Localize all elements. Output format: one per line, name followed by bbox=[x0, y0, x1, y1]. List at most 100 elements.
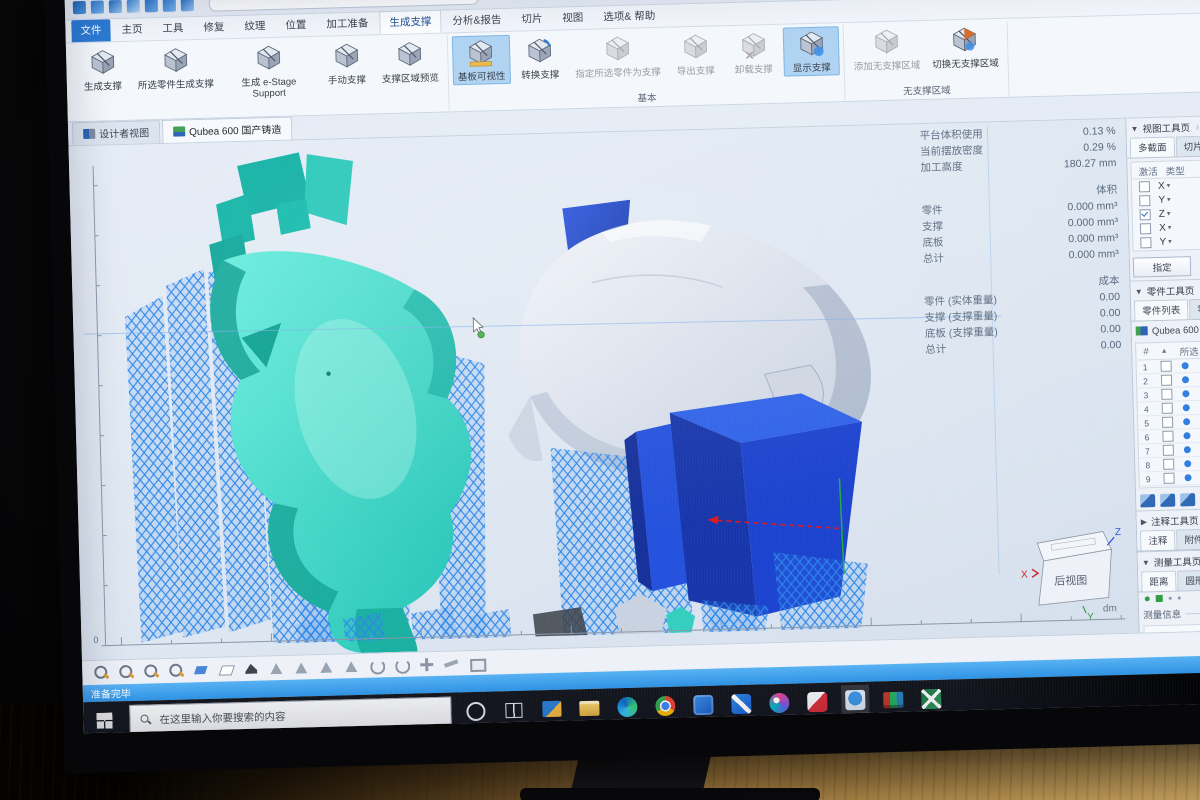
cortana-icon[interactable] bbox=[461, 696, 490, 727]
ribbon-button[interactable]: 手动支撑 bbox=[318, 38, 375, 88]
part-visible-icon[interactable] bbox=[1185, 474, 1192, 481]
part-tool-icon[interactable] bbox=[1140, 494, 1155, 507]
ribbon-button[interactable]: 生成支撑 bbox=[74, 45, 131, 95]
part-visible-icon[interactable] bbox=[1182, 362, 1189, 369]
excel-icon[interactable] bbox=[917, 684, 946, 715]
measure-icon[interactable] bbox=[442, 654, 460, 672]
menu-tab-4[interactable]: 纹理 bbox=[235, 15, 275, 38]
sidebar-tab[interactable]: 零件信息 bbox=[1189, 298, 1200, 319]
dot-icon[interactable] bbox=[1178, 596, 1181, 599]
fit-view-icon[interactable] bbox=[192, 661, 210, 679]
menu-tab-1[interactable]: 主页 bbox=[112, 18, 152, 41]
sidebar-tab[interactable]: 附件 bbox=[1176, 529, 1200, 550]
part-selected-checkbox[interactable] bbox=[1161, 375, 1172, 386]
plane-view-icon[interactable] bbox=[217, 660, 235, 678]
section-active-checkbox[interactable] bbox=[1139, 195, 1150, 206]
undo-icon[interactable] bbox=[127, 0, 140, 12]
part-visible-icon[interactable] bbox=[1183, 418, 1190, 425]
chevron-down-icon[interactable]: ▾ bbox=[1167, 182, 1171, 190]
viewport-3d[interactable]: 后视图 Z X Y dm 0 bbox=[69, 119, 1139, 660]
rotate-left-icon[interactable] bbox=[367, 656, 385, 674]
sidebar-tab[interactable]: 注释 bbox=[1140, 530, 1176, 551]
mail-icon[interactable] bbox=[537, 694, 566, 725]
section-active-checkbox[interactable] bbox=[1140, 209, 1151, 220]
menu-tab-8[interactable]: 分析&报告 bbox=[443, 9, 511, 33]
screenshot-icon[interactable] bbox=[467, 654, 485, 672]
ribbon-button[interactable]: 显示支撑 bbox=[783, 26, 840, 76]
winrar-icon[interactable] bbox=[879, 685, 908, 716]
part-selected-checkbox[interactable] bbox=[1164, 473, 1175, 484]
sidebar-tab[interactable]: 距离 bbox=[1141, 571, 1177, 592]
ribbon-button[interactable]: 切换无支撑区域 bbox=[926, 22, 1004, 73]
menu-tab-2[interactable]: 工具 bbox=[153, 17, 193, 40]
capcut-icon[interactable] bbox=[803, 687, 832, 718]
machine-icon[interactable] bbox=[181, 0, 194, 11]
collapse-arrow-icon[interactable]: ▼ bbox=[1135, 287, 1143, 296]
chevron-down-icon[interactable]: ▾ bbox=[1167, 210, 1171, 218]
copy-icon[interactable] bbox=[163, 0, 176, 11]
menu-tab-3[interactable]: 修复 bbox=[194, 16, 234, 39]
redo-icon[interactable] bbox=[145, 0, 158, 12]
view-right-icon[interactable] bbox=[342, 657, 360, 675]
zoom-fit-icon[interactable] bbox=[92, 664, 110, 682]
save-icon[interactable] bbox=[109, 0, 122, 13]
start-button[interactable] bbox=[89, 705, 120, 733]
assign-button[interactable]: 指定 bbox=[1133, 256, 1192, 278]
part-selected-checkbox[interactable] bbox=[1163, 445, 1174, 456]
bird-icon[interactable] bbox=[727, 689, 756, 720]
dot-icon[interactable] bbox=[1169, 597, 1172, 600]
sort-arrow-icon[interactable]: ▲ bbox=[1161, 348, 1168, 355]
menu-tab-5[interactable]: 位置 bbox=[276, 14, 316, 37]
ribbon-button[interactable]: 卸载支撑 bbox=[725, 28, 782, 78]
magics-logo-icon[interactable] bbox=[73, 0, 86, 13]
chevron-down-icon[interactable]: ▾ bbox=[1167, 196, 1171, 204]
sidebar-tab[interactable]: 零件列表 bbox=[1134, 299, 1189, 320]
ribbon-button[interactable]: 指定所选零件为支撑 bbox=[569, 31, 666, 82]
app-blue-icon[interactable] bbox=[689, 690, 718, 721]
collapse-arrow-icon[interactable]: ▼ bbox=[1130, 124, 1138, 133]
point-mode-icon[interactable] bbox=[1145, 596, 1150, 601]
tim-icon[interactable] bbox=[841, 685, 870, 718]
part-tool-icon[interactable] bbox=[1180, 493, 1195, 506]
part-visible-icon[interactable] bbox=[1182, 390, 1189, 397]
ribbon-button[interactable]: 基板可视性 bbox=[452, 35, 511, 85]
zoom-in-icon[interactable] bbox=[142, 662, 160, 680]
chrome-icon[interactable] bbox=[651, 691, 680, 722]
media-icon[interactable] bbox=[765, 688, 794, 719]
section-active-checkbox[interactable] bbox=[1140, 223, 1151, 234]
view-back-icon[interactable] bbox=[292, 658, 310, 676]
open-icon[interactable] bbox=[91, 0, 104, 13]
ribbon-button[interactable]: 生成 e-Stage Support bbox=[220, 40, 318, 102]
ribbon-button[interactable]: 转换支撑 bbox=[511, 33, 568, 83]
part-selected-checkbox[interactable] bbox=[1161, 361, 1172, 372]
doc-tab-1[interactable]: Qubea 600 国产铸造 bbox=[162, 117, 293, 143]
view-front-icon[interactable] bbox=[267, 659, 285, 677]
part-visible-icon[interactable] bbox=[1184, 432, 1191, 439]
sidebar-tab[interactable]: 多截面 bbox=[1130, 136, 1175, 157]
pan-icon[interactable] bbox=[417, 655, 435, 673]
ribbon-button[interactable]: 支撑区域预览 bbox=[376, 37, 444, 88]
part-visible-icon[interactable] bbox=[1182, 376, 1189, 383]
part-selected-checkbox[interactable] bbox=[1162, 431, 1173, 442]
ribbon-button[interactable]: 添加无支撑区域 bbox=[848, 24, 926, 75]
view-left-icon[interactable] bbox=[317, 658, 335, 676]
part-selected-checkbox[interactable] bbox=[1162, 417, 1173, 428]
edge-icon[interactable] bbox=[613, 692, 642, 723]
part-selected-checkbox[interactable] bbox=[1163, 459, 1174, 470]
dark-part-icon[interactable] bbox=[242, 660, 260, 678]
menu-tab-6[interactable]: 加工准备 bbox=[317, 12, 378, 36]
menu-tab-7[interactable]: 生成支撑 bbox=[379, 10, 442, 35]
part-visible-icon[interactable] bbox=[1183, 404, 1190, 411]
sidebar-tab[interactable]: 圆形 bbox=[1177, 570, 1200, 591]
part-selected-checkbox[interactable] bbox=[1162, 403, 1173, 414]
part-selected-checkbox[interactable] bbox=[1161, 389, 1172, 400]
part-visible-icon[interactable] bbox=[1184, 460, 1191, 467]
menu-tab-0[interactable]: 文件 bbox=[71, 19, 111, 42]
task-view-icon[interactable] bbox=[499, 695, 528, 726]
file-explorer-icon[interactable] bbox=[575, 693, 604, 724]
chevron-down-icon[interactable]: ▾ bbox=[1168, 238, 1172, 246]
taskbar-search[interactable]: 在这里输入你要搜索的内容 bbox=[129, 697, 452, 734]
zoom-out-icon[interactable] bbox=[167, 662, 185, 680]
section-active-checkbox[interactable] bbox=[1139, 181, 1150, 192]
part-tool-icon[interactable] bbox=[1160, 494, 1175, 507]
